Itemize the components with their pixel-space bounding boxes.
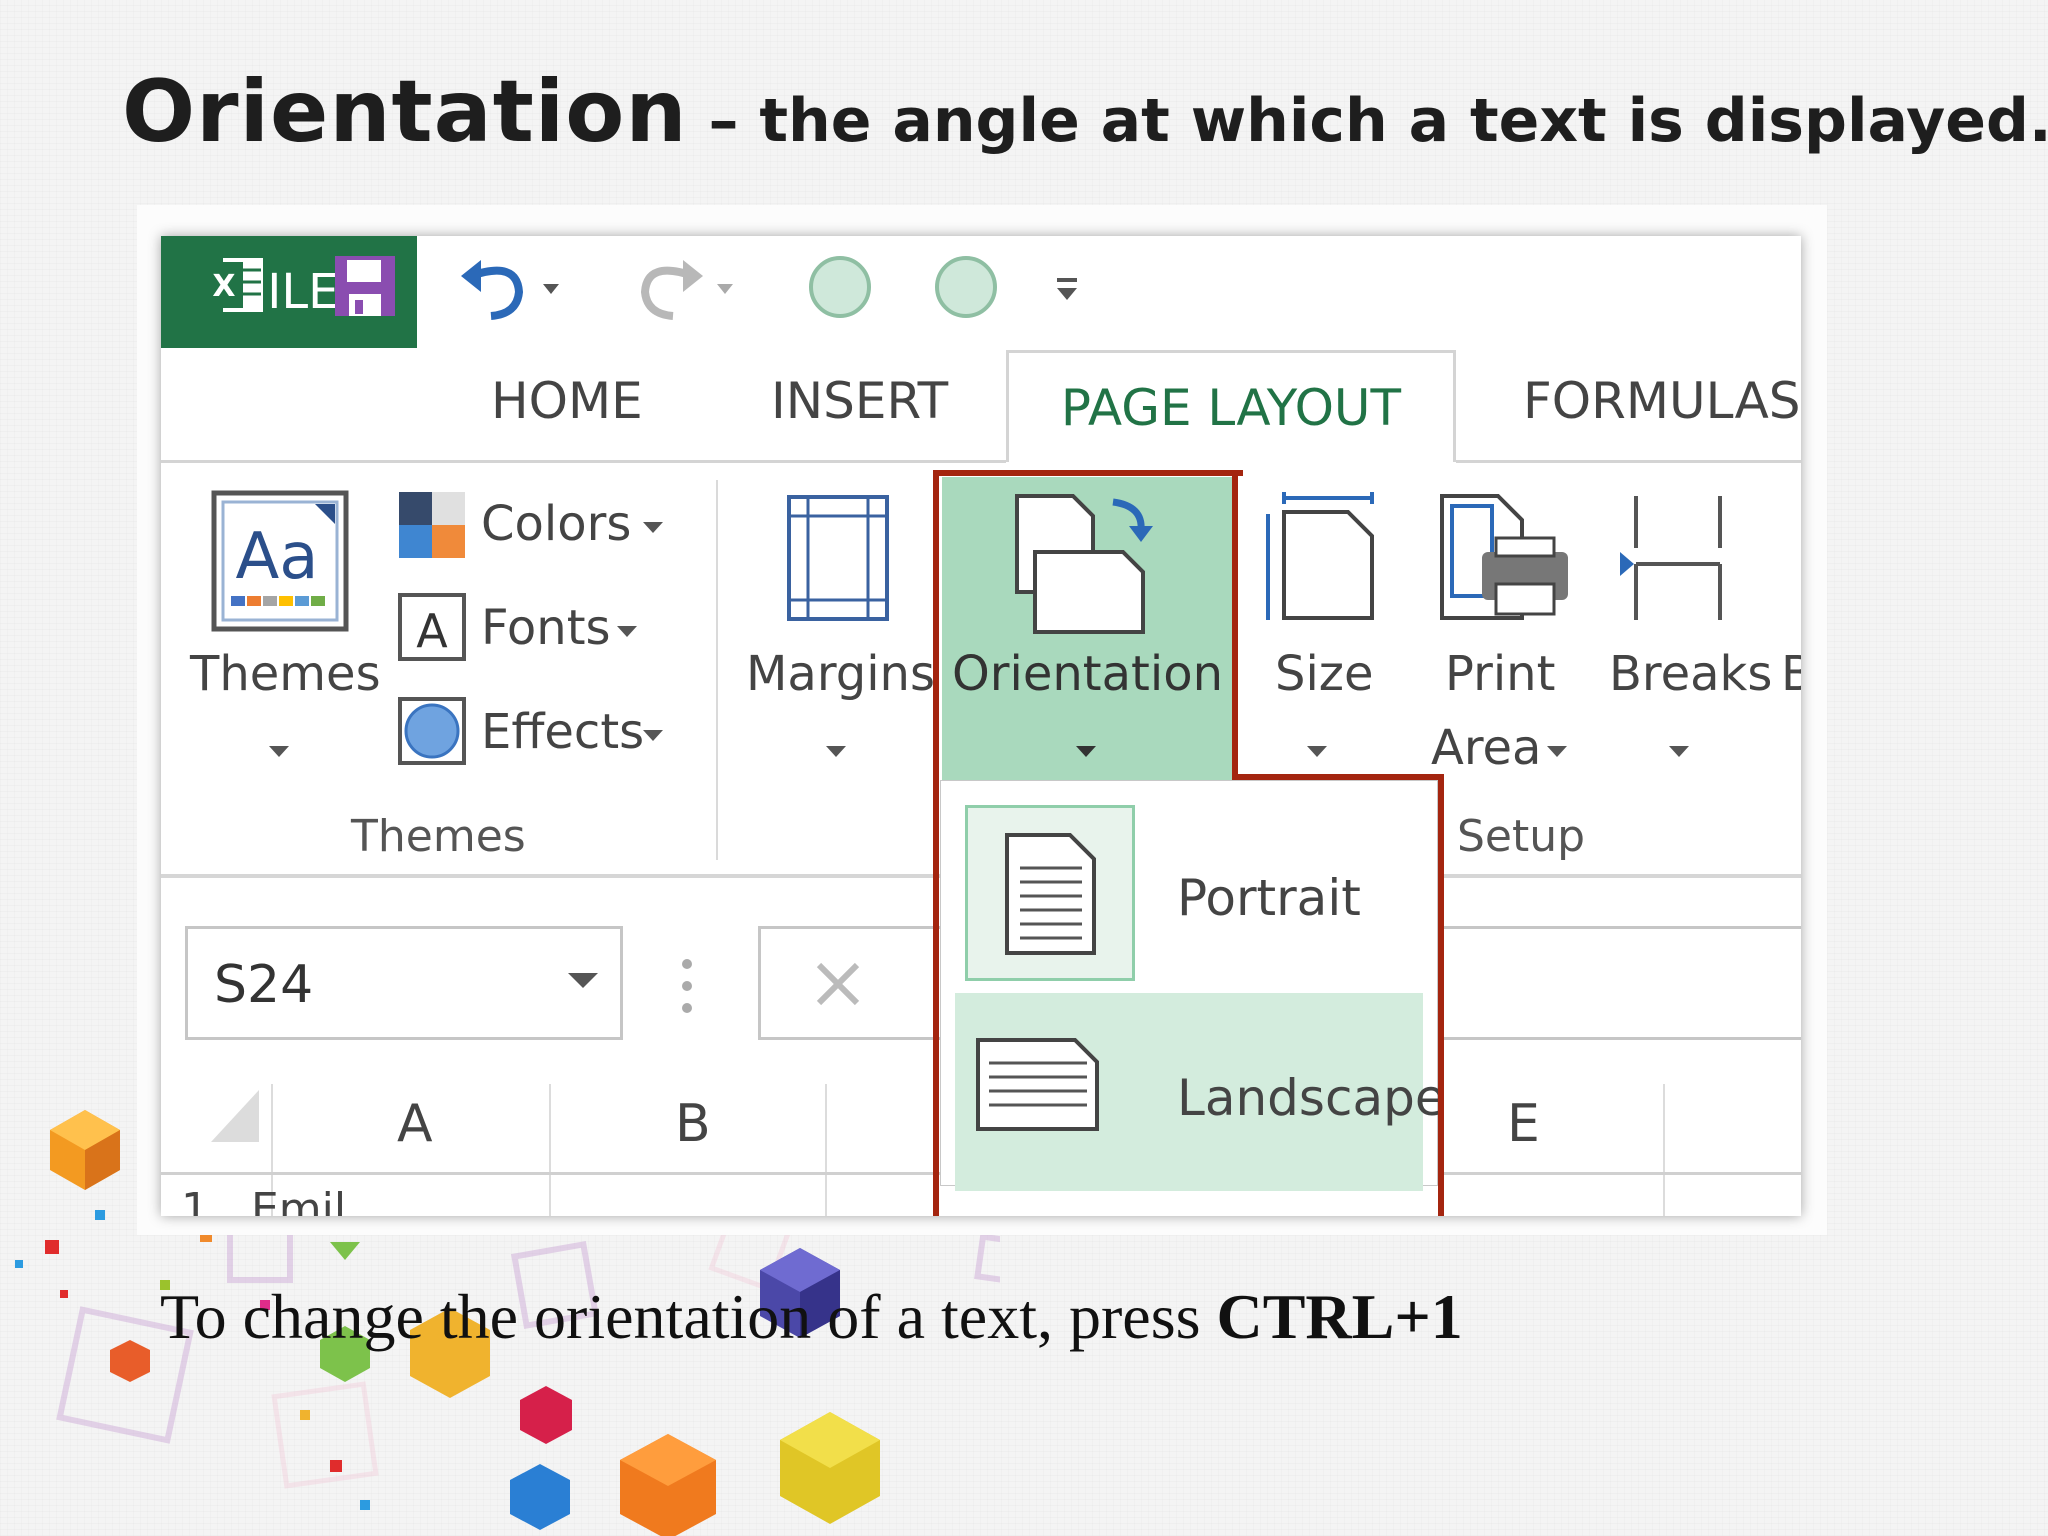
portrait-option-icon-box[interactable]	[965, 805, 1135, 981]
print-area-icon[interactable]	[1438, 492, 1574, 622]
landscape-page-icon	[976, 1038, 1099, 1131]
slide-title: Orientation – the angle at which a text …	[122, 62, 2048, 162]
highlight-outline	[1232, 470, 1238, 780]
effects-button[interactable]: Effects	[481, 704, 644, 760]
column-separator	[549, 1084, 551, 1216]
group-separator	[716, 480, 718, 860]
margins-icon[interactable]	[786, 494, 890, 622]
undo-icon[interactable]	[457, 254, 567, 320]
highlight-outline	[933, 470, 1243, 476]
fonts-button[interactable]: Fonts	[481, 600, 611, 656]
themes-icon-text: Aa	[236, 520, 319, 594]
column-header-e[interactable]: E	[1507, 1094, 1540, 1154]
ribbon-divider	[1456, 460, 1801, 463]
name-box-value: S24	[214, 955, 314, 1015]
customize-toolbar-icon[interactable]	[1053, 274, 1083, 304]
page-setup-group-label: Setup	[1457, 811, 1586, 862]
colors-button[interactable]: Colors	[481, 496, 631, 552]
size-dropdown-caret[interactable]	[1307, 746, 1327, 757]
title-subtitle: – the angle at which a text is displayed…	[687, 86, 2048, 156]
save-icon[interactable]	[333, 254, 397, 318]
colors-icon[interactable]	[397, 490, 467, 560]
body-text-main: To change the orientation of a text, pre…	[160, 1281, 1217, 1352]
tab-insert[interactable]: INSERT	[771, 372, 948, 430]
highlight-outline	[933, 470, 939, 1216]
print-area-dropdown-caret[interactable]	[1547, 746, 1567, 757]
excel-window: X FILE HOME INSERT PAGE LAYOUT FORMULAS …	[161, 236, 1801, 1216]
body-text: To change the orientation of a text, pre…	[160, 1280, 1463, 1354]
ribbon-divider	[161, 460, 1006, 463]
breaks-button[interactable]: Breaks	[1609, 646, 1772, 702]
name-box-dropdown-icon[interactable]	[568, 973, 598, 988]
formula-bar-grip-icon	[682, 959, 692, 1013]
fonts-icon-text: A	[416, 604, 448, 658]
redo-icon[interactable]	[631, 254, 741, 320]
tab-home[interactable]: HOME	[491, 372, 643, 430]
quick-access-circle-icon[interactable]	[933, 254, 999, 320]
effects-dropdown-caret[interactable]	[643, 730, 663, 741]
print-area-button-line2[interactable]: Area	[1431, 720, 1541, 776]
orientation-icon[interactable]	[1013, 492, 1163, 642]
fonts-dropdown-caret[interactable]	[617, 626, 637, 637]
themes-button-label[interactable]: Themes	[190, 646, 381, 702]
orientation-button-label[interactable]: Orientation	[952, 646, 1223, 702]
colors-dropdown-caret[interactable]	[643, 522, 663, 533]
title-main: Orientation	[122, 62, 688, 162]
themes-icon[interactable]: Aa	[211, 490, 349, 632]
margins-dropdown-caret[interactable]	[826, 746, 846, 757]
fonts-icon[interactable]: A	[397, 592, 467, 662]
column-header-b[interactable]: B	[675, 1094, 711, 1154]
background-button-cut[interactable]: B	[1781, 646, 1801, 702]
breaks-dropdown-caret[interactable]	[1669, 746, 1689, 757]
margins-button[interactable]: Margins	[746, 646, 935, 702]
quick-access-circle-icon[interactable]	[807, 254, 873, 320]
themes-dropdown-caret[interactable]	[269, 746, 289, 757]
name-box[interactable]: S24	[185, 926, 623, 1040]
print-area-button-line1[interactable]: Print	[1445, 646, 1555, 702]
row-peek: 1 Emil	[181, 1184, 347, 1216]
orientation-dropdown-caret[interactable]	[1076, 746, 1096, 757]
portrait-page-icon	[1005, 833, 1096, 955]
svg-text:X: X	[212, 269, 235, 304]
select-all-corner-icon[interactable]	[207, 1086, 263, 1146]
size-button[interactable]: Size	[1275, 646, 1374, 702]
effects-icon[interactable]	[397, 696, 467, 766]
cancel-entry-icon[interactable]	[813, 959, 863, 1009]
excel-logo-icon: X	[205, 254, 267, 316]
shortcut-text: CTRL+1	[1216, 1281, 1463, 1352]
column-header-a[interactable]: A	[397, 1094, 433, 1154]
tab-page-layout[interactable]: PAGE LAYOUT	[1006, 350, 1456, 462]
column-separator	[825, 1084, 827, 1216]
size-icon[interactable]	[1262, 492, 1378, 622]
themes-group-label: Themes	[351, 811, 526, 862]
highlight-outline	[1232, 774, 1444, 780]
portrait-option[interactable]: Portrait	[1177, 869, 1361, 927]
breaks-icon[interactable]	[1616, 492, 1732, 622]
tab-formulas[interactable]: FORMULAS	[1523, 372, 1801, 430]
landscape-option[interactable]: Landscape	[1177, 1069, 1446, 1127]
orientation-menu: Portrait Landscape	[940, 780, 1446, 1191]
highlight-outline	[1438, 774, 1444, 1216]
column-separator	[1663, 1084, 1665, 1216]
